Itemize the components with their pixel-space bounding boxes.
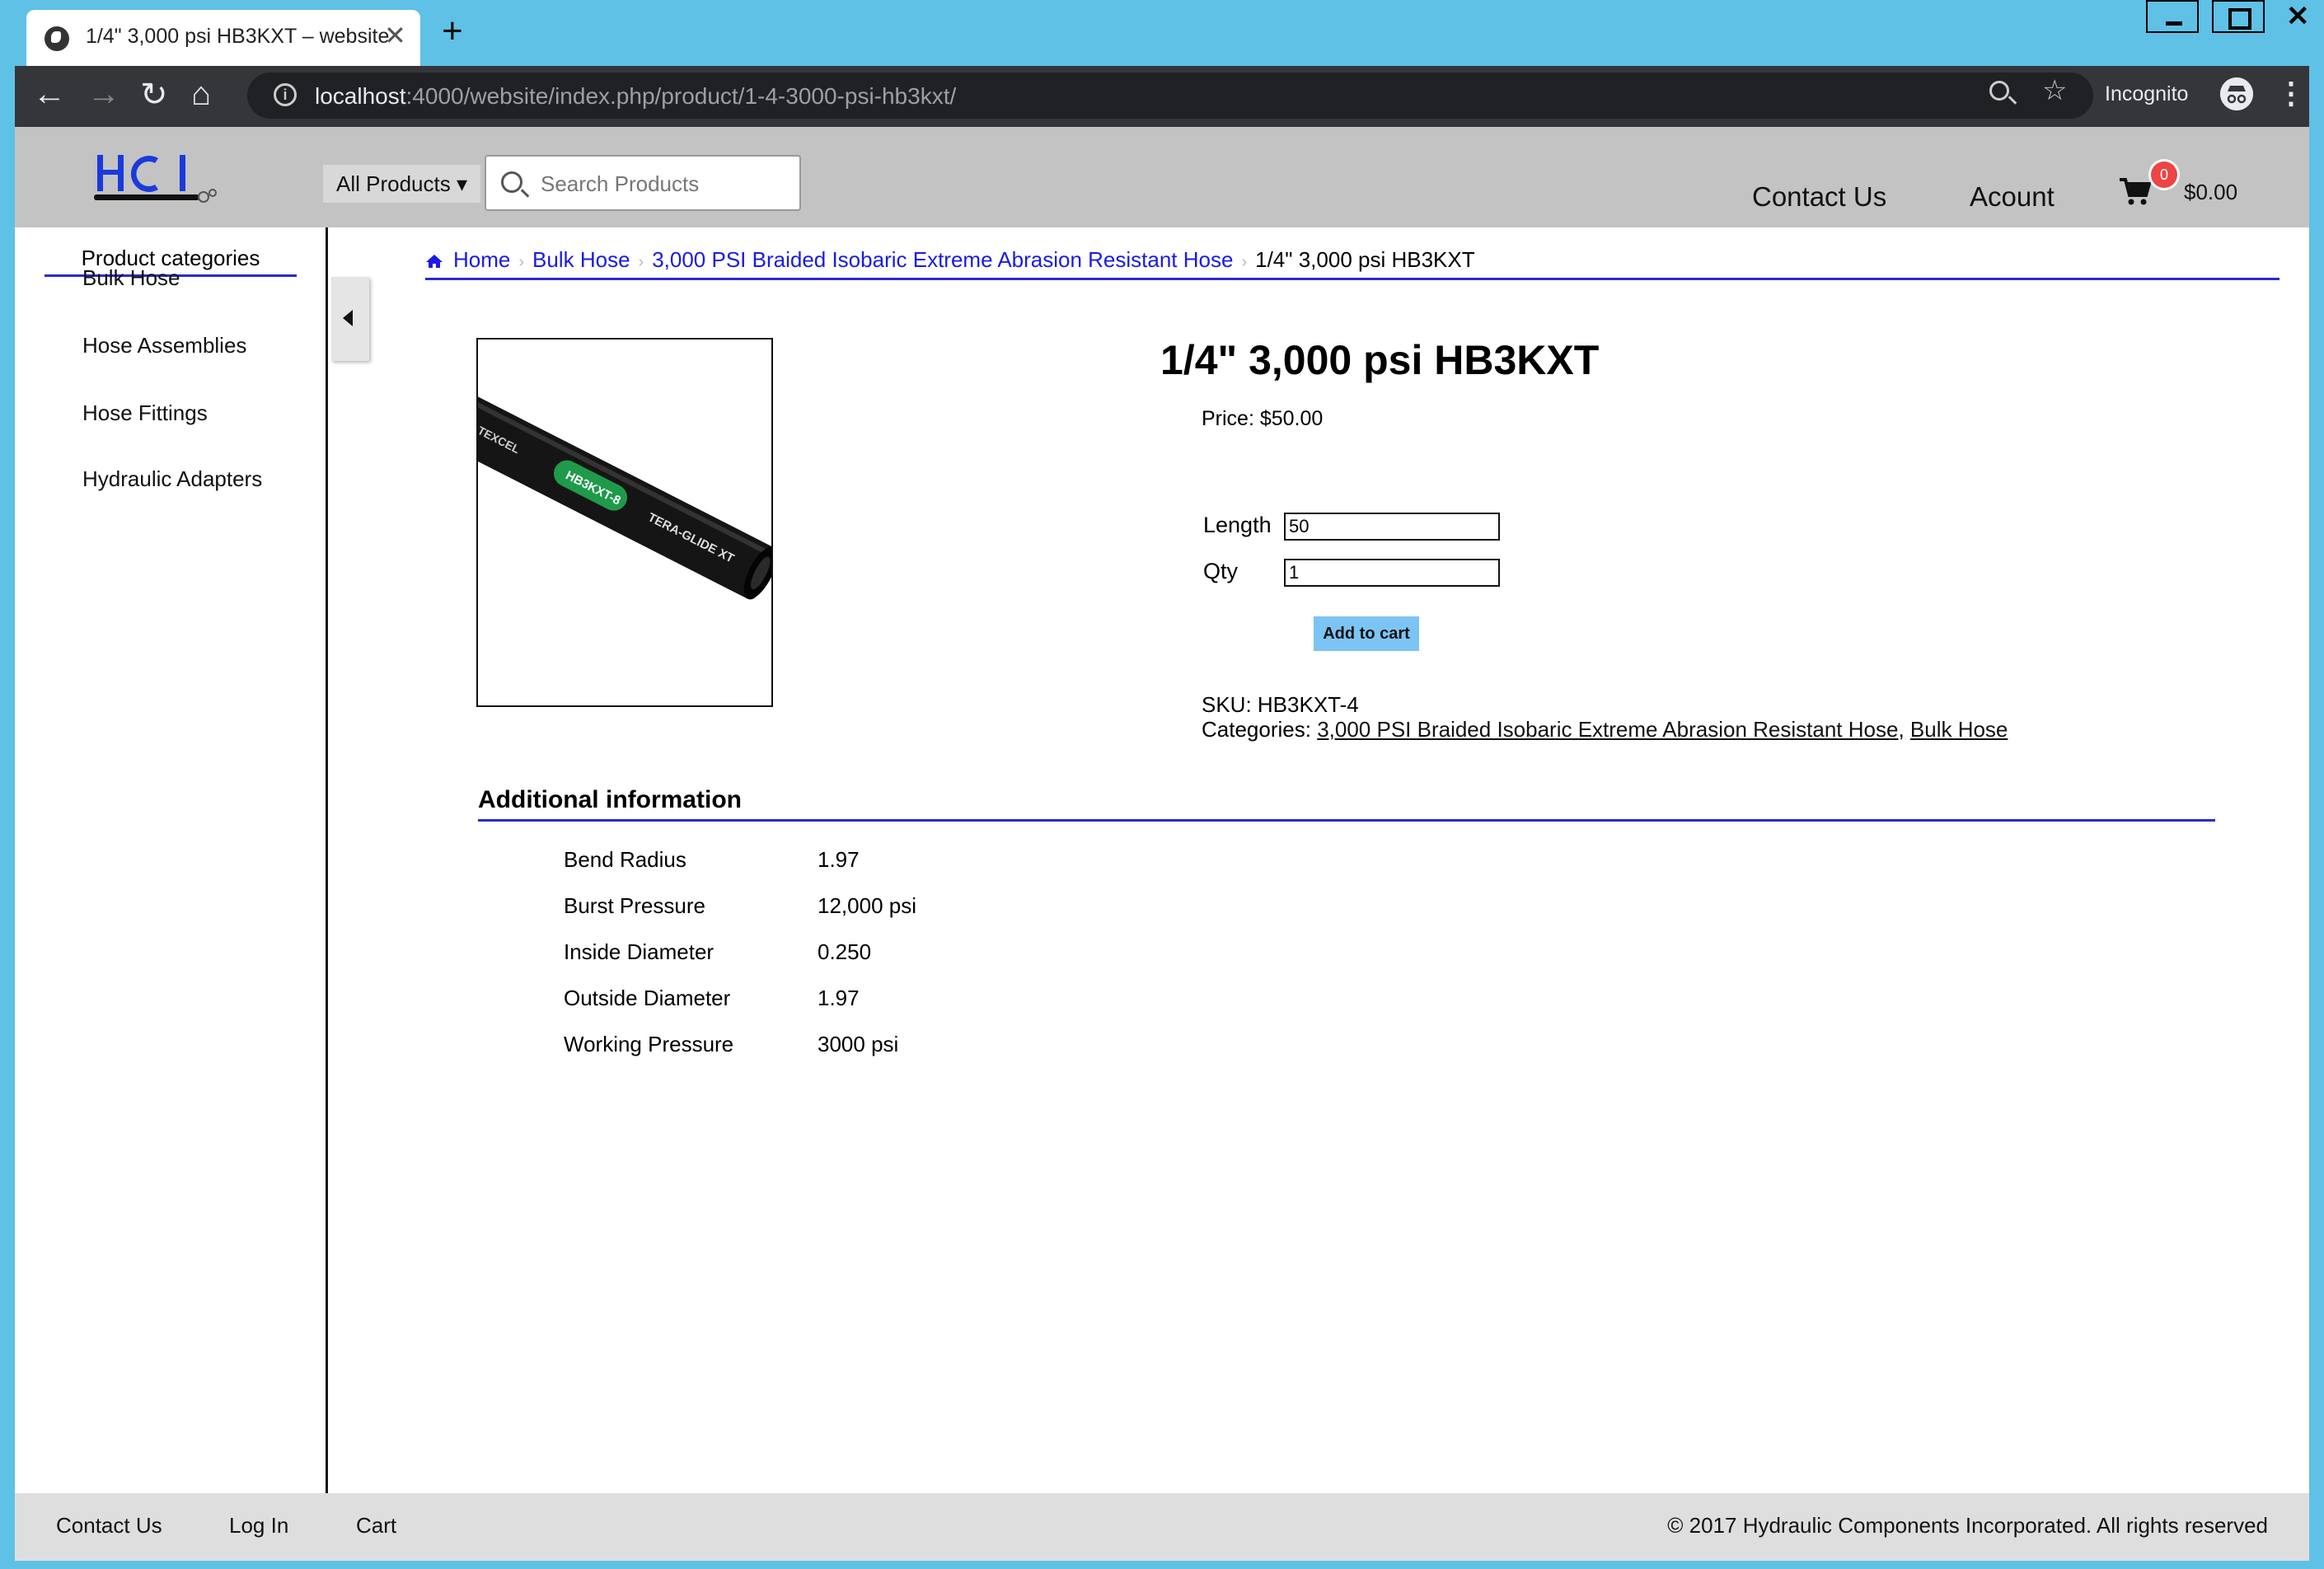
category-link-braided-hose[interactable]: 3,000 PSI Braided Isobaric Extreme Abras… [1317,717,1898,742]
close-window-button[interactable]: ✕ [2268,0,2324,33]
length-label: Length [1203,513,1272,537]
breadcrumb-current: 1/4" 3,000 psi HB3KXT [1255,247,1475,272]
add-to-cart-button[interactable]: Add to cart [1314,616,1419,651]
browser-menu-icon[interactable]: ⋮ [2276,76,2306,110]
nav-contact-us[interactable]: Contact Us [1752,181,1886,213]
spec-value: 12,000 psi [818,893,916,918]
categories-separator: , [1898,717,1910,742]
spec-label: Burst Pressure [564,893,705,918]
site-info-icon[interactable]: i [274,83,297,106]
additional-information-heading: Additional information [478,786,2215,822]
breadcrumb: Home › Bulk Hose › 3,000 PSI Braided Isobari… [425,247,2279,280]
footer-log-in[interactable]: Log In [229,1513,288,1539]
footer-contact-us[interactable]: Contact Us [56,1513,162,1539]
breadcrumb-separator: › [518,253,525,271]
all-products-dropdown[interactable]: All Products ▾ [323,165,480,203]
spec-value: 1.97 [818,847,860,872]
sidebar: Product categories Bulk Hose Hose Assemb… [15,227,328,1495]
product-title: 1/4" 3,000 psi HB3KXT [1160,337,1600,383]
close-tab-icon[interactable]: ✕ [384,20,406,51]
spec-value: 1.97 [818,986,860,1010]
browser-tab[interactable]: 1/4" 3,000 psi HB3KXT – website ✕ [26,10,420,66]
spec-label: Working Pressure [564,1032,734,1056]
sidebar-item-hose-fittings[interactable]: Hose Fittings [82,400,208,426]
site-header: All Products ▾ Contact Us Acount 0 $0.00 [15,127,2309,227]
footer-cart[interactable]: Cart [356,1513,396,1539]
globe-icon [45,26,69,51]
address-bar[interactable]: i localhost:4000/website/index.php/produ… [247,73,2093,119]
url-text[interactable]: localhost:4000/website/index.php/product… [315,83,956,110]
spec-label: Inside Diameter [564,939,715,964]
collapse-sidebar-button[interactable] [331,277,369,361]
hci-logo[interactable] [94,152,226,209]
sidebar-item-bulk-hose[interactable]: Bulk Hose [82,265,180,291]
forward-button[interactable]: → [87,76,120,113]
spec-label: Bend Radius [564,847,686,872]
categories-label: Categories: [1202,717,1318,742]
home-icon[interactable] [425,249,443,268]
breadcrumb-category[interactable]: 3,000 PSI Braided Isobaric Extreme Abras… [652,247,1233,272]
breadcrumb-separator: › [1241,253,1248,271]
sidebar-item-hydraulic-adapters[interactable]: Hydraulic Adapters [82,466,262,492]
length-input[interactable] [1284,513,1500,541]
maximize-button[interactable] [2212,0,2265,33]
spec-value: 0.250 [818,939,872,964]
window-controls: ✕ [2146,0,2324,35]
product-price: Price: $50.00 [1202,407,1324,430]
cart-icon[interactable] [2118,176,2152,206]
bookmark-star-icon[interactable]: ☆ [2042,74,2067,107]
cart-total[interactable]: $0.00 [2184,180,2237,205]
home-button[interactable]: ⌂ [191,76,211,113]
product-image[interactable]: TEXCEL HB3KXT-8 TERA-GLIDE XT [476,338,773,707]
minimize-button[interactable] [2146,0,2199,33]
tab-title: 1/4" 3,000 psi HB3KXT – website [86,25,390,48]
qty-input[interactable] [1284,559,1500,587]
new-tab-button[interactable]: + [442,13,463,49]
spec-value: 3000 psi [818,1032,899,1056]
web-page: All Products ▾ Contact Us Acount 0 $0.00… [15,127,2309,1561]
spec-label: Outside Diameter [564,986,731,1010]
breadcrumb-separator: › [638,253,644,271]
product-sku: SKU: HB3KXT-4 [1202,692,1359,717]
search-input[interactable] [541,168,788,199]
incognito-icon[interactable] [2220,77,2253,110]
qty-label: Qty [1203,559,1239,583]
nav-account[interactable]: Acount [1970,181,2055,213]
site-footer: Contact Us Log In Cart © 2017 Hydraulic … [15,1493,2309,1561]
copyright-text: © 2017 Hydraulic Components Incorporated… [1667,1513,2268,1538]
browser-title-bar: 1/4" 3,000 psi HB3KXT – website ✕ + ✕ [0,0,2324,66]
close-icon: ✕ [2286,1,2310,32]
breadcrumb-bulk-hose[interactable]: Bulk Hose [532,247,630,272]
browser-toolbar: ← → ↻ ⌂ i localhost:4000/website/index.p… [15,66,2309,127]
cart-count-badge: 0 [2151,162,2177,188]
sidebar-item-hose-assemblies[interactable]: Hose Assemblies [82,333,246,358]
product-categories: Categories: 3,000 PSI Braided Isobaric E… [1202,717,2008,742]
zoom-icon[interactable] [1989,81,2009,101]
category-link-bulk-hose[interactable]: Bulk Hose [1910,717,2008,742]
breadcrumb-home[interactable]: Home [453,247,510,272]
reload-button[interactable]: ↻ [140,76,168,114]
search-icon [501,171,522,193]
incognito-label: Incognito [2105,82,2189,105]
back-button[interactable]: ← [33,76,66,113]
product-search-box[interactable] [485,155,801,211]
